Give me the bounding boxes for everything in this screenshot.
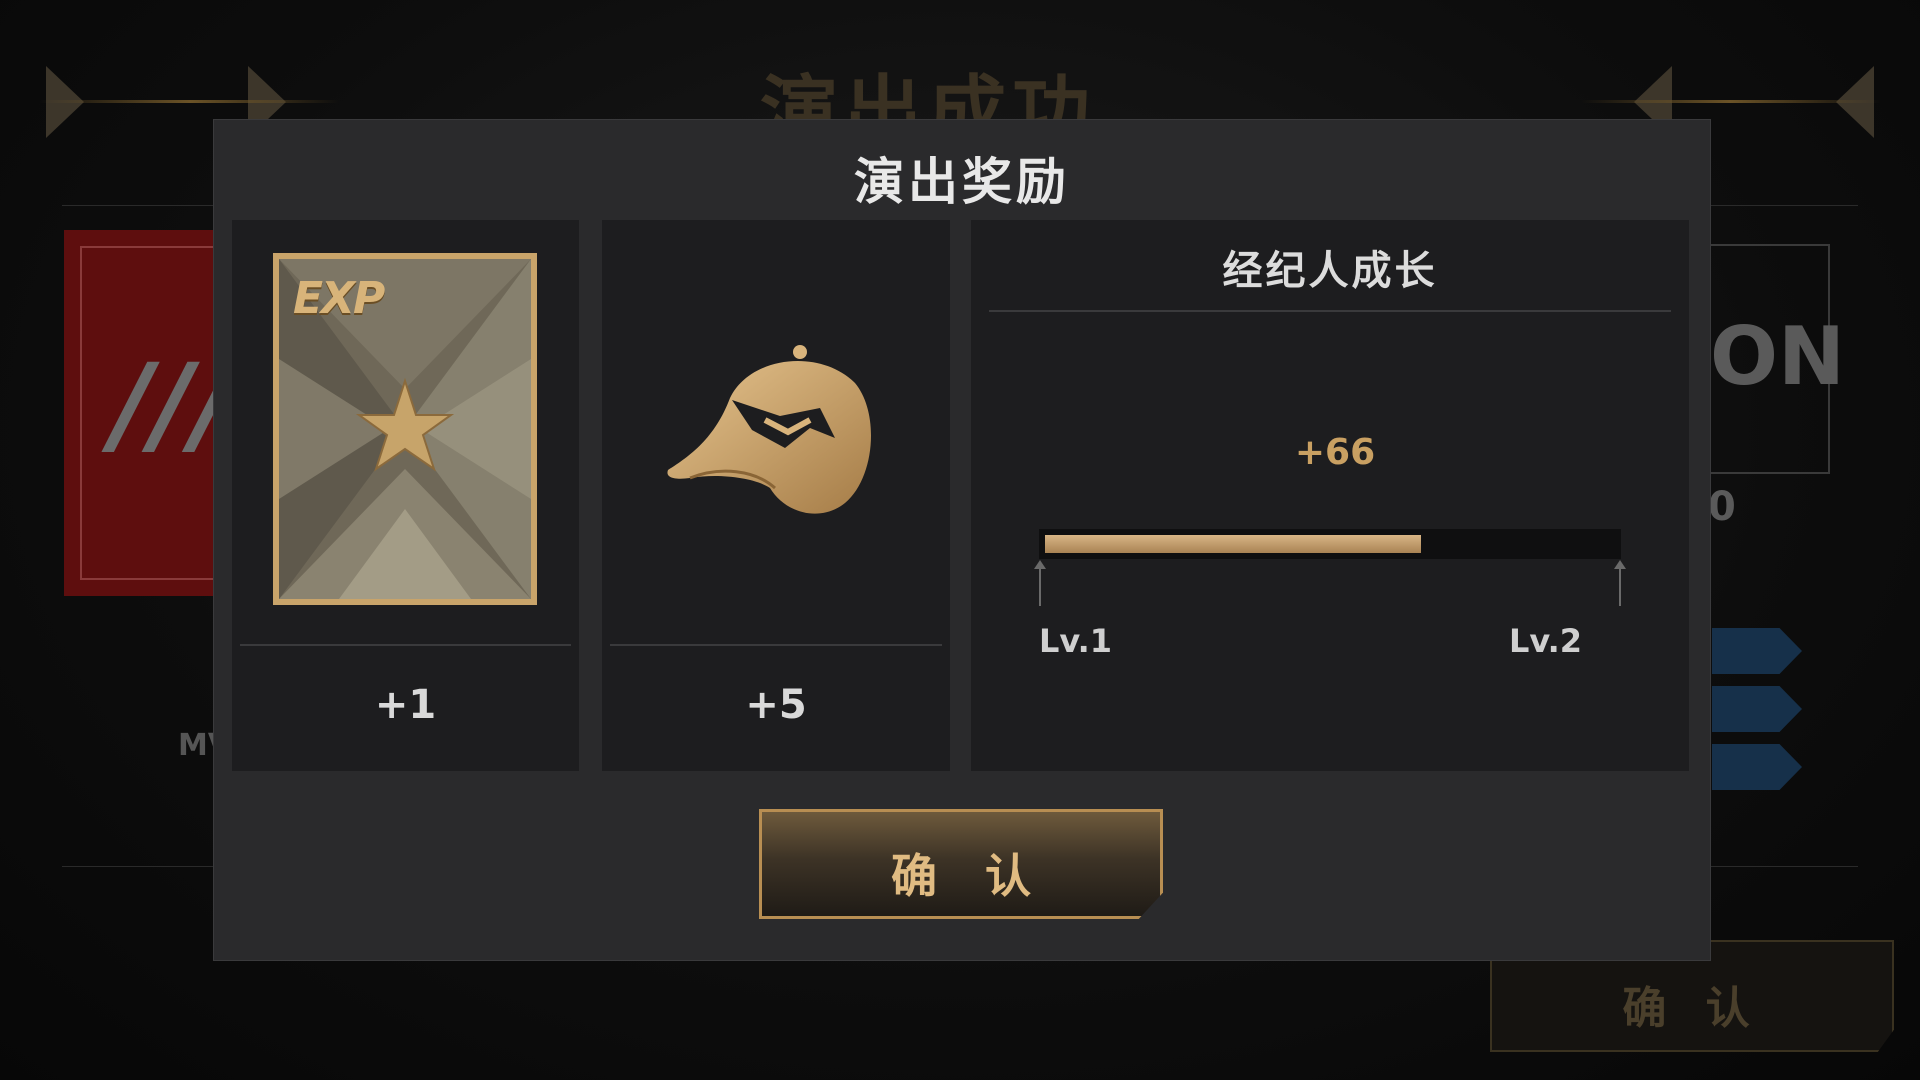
level-to-label: Lv.2 [1509,622,1583,660]
level-marker-start [1034,560,1046,606]
confirm-button[interactable]: 确 认 [759,809,1163,919]
exp-gain-value: +66 [1294,432,1376,473]
chevron-decoration [1712,744,1802,790]
background-confirm-label: 确 认 [1622,983,1762,1034]
confirm-button-label: 确 认 [890,849,1047,903]
glow-line [40,100,340,103]
exp-card-label: EXP [293,273,385,324]
exp-card-icon: EXP [273,253,537,605]
reward-amount: +1 [374,682,437,728]
background-card: /// [64,230,233,596]
exp-progress-fill [1045,535,1421,553]
exp-progress-bar [1039,529,1621,559]
reward-amount: +5 [745,682,807,728]
divider [610,644,942,646]
divider [240,644,571,646]
divider [989,310,1671,312]
chevron-decoration [1712,628,1802,674]
reward-panel-cap: +5 [602,220,950,771]
baseball-cap-icon [667,345,872,514]
modal-title: 演出奖励 [854,153,1070,211]
chevron-decoration [1712,686,1802,732]
reward-panel-exp: EXP +1 [232,220,579,771]
growth-title: 经纪人成长 [1222,248,1438,294]
agent-growth-panel: 经纪人成长 +66 Lv.1 Lv.2 [971,220,1689,771]
reward-modal: 演出奖励 EXP +1 +5 经纪人成长 +66 Lv.1 Lv.2 确 认 [213,119,1711,961]
background-card-text: ON [1710,310,1845,403]
background-number: 0 [1708,484,1736,530]
glow-line [1580,100,1880,103]
level-from-label: Lv.1 [1039,622,1113,660]
level-marker-end [1614,560,1626,606]
